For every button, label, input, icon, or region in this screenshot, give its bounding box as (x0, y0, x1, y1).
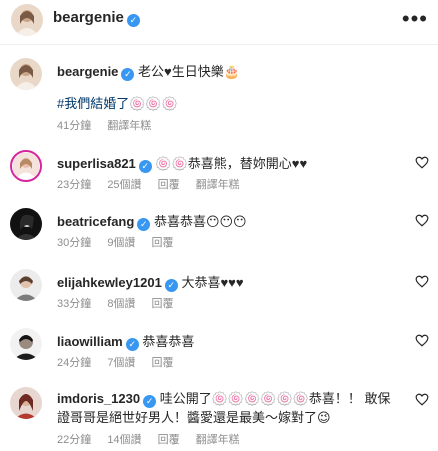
commenter-avatar[interactable] (10, 150, 42, 182)
comment-time: 33分鐘 (57, 298, 92, 310)
like-heart-icon[interactable] (415, 393, 429, 406)
comment-reply-button[interactable]: 回覆 (158, 179, 180, 191)
comment-username[interactable]: elijahkewley1201 (57, 275, 162, 290)
comment-time: 30分鐘 (57, 237, 92, 249)
caption-username[interactable]: beargenie (57, 64, 118, 79)
comment-username[interactable]: superlisa821 (57, 156, 136, 171)
comment-text: liaowilliam ✓ 恭喜恭喜 (57, 332, 397, 351)
post-header: beargenie ✓ ••• (0, 0, 438, 45)
commenter-avatar[interactable] (10, 328, 42, 360)
comment-likes[interactable]: 25個讚 (107, 179, 141, 191)
comment-meta: 30分鐘 9個讚 回覆 (57, 234, 187, 250)
comment-reply-button[interactable]: 回覆 (152, 237, 174, 249)
comment-meta: 22分鐘 14個讚 回覆 翻譯年糕 (57, 431, 253, 447)
header-username[interactable]: beargenie ✓ (53, 9, 140, 27)
comment-time: 22分鐘 (57, 434, 92, 446)
comment-text: beatricefang ✓ 恭喜恭喜😶😶😶 (57, 212, 397, 231)
caption-meta: 41分鐘 翻譯年糕 (57, 117, 164, 133)
verified-badge-icon: ✓ (126, 14, 140, 27)
comment-text: elijahkewley1201 ✓ 大恭喜♥♥♥ (57, 273, 397, 292)
like-heart-icon[interactable] (415, 334, 429, 347)
comment-likes[interactable]: 14個讚 (107, 434, 141, 446)
comment-time: 24分鐘 (57, 357, 92, 369)
verified-badge-icon: ✓ (137, 218, 151, 231)
comment-translate-link[interactable]: 翻譯年糕 (196, 434, 240, 446)
comment-reply-button[interactable]: 回覆 (152, 357, 174, 369)
commenter-avatar[interactable] (10, 269, 42, 301)
comment-text: superlisa821 ✓ 🍥🍥恭喜熊，替妳開心♥♥ (57, 154, 397, 173)
verified-badge-icon: ✓ (121, 68, 135, 81)
comment-time: 23分鐘 (57, 179, 92, 191)
comment-body: 大恭喜♥♥♥ (181, 275, 244, 290)
caption-avatar[interactable] (10, 58, 42, 90)
caption-translate-link[interactable]: 翻譯年糕 (107, 120, 151, 132)
comment-meta: 33分鐘 8個讚 回覆 (57, 295, 187, 311)
caption-time: 41分鐘 (57, 120, 92, 132)
comment-username[interactable]: imdoris_1230 (57, 391, 140, 406)
like-heart-icon[interactable] (415, 275, 429, 288)
verified-badge-icon: ✓ (138, 160, 152, 173)
commenter-avatar[interactable] (10, 387, 42, 419)
verified-badge-icon: ✓ (125, 338, 139, 351)
more-options-icon[interactable]: ••• (402, 6, 428, 32)
comment-text: imdoris_1230 ✓ 哇公開了🍥🍥🍥🍥🍥🍥恭喜！！ 敢保證哥哥是絕世好男人… (57, 389, 397, 427)
comment-likes[interactable]: 8個讚 (107, 298, 135, 310)
comment-likes[interactable]: 7個讚 (107, 357, 135, 369)
comment-meta: 24分鐘 7個讚 回覆 (57, 354, 187, 370)
profile-avatar[interactable] (11, 4, 43, 36)
comment-reply-button[interactable]: 回覆 (152, 298, 174, 310)
like-heart-icon[interactable] (415, 156, 429, 169)
commenter-avatar[interactable] (10, 208, 42, 240)
comment-body: 恭喜恭喜😶😶😶 (153, 214, 247, 229)
comment-meta: 23分鐘 25個讚 回覆 翻譯年糕 (57, 176, 253, 192)
comment-translate-link[interactable]: 翻譯年糕 (196, 179, 240, 191)
like-heart-icon[interactable] (415, 214, 429, 227)
comment-username[interactable]: beatricefang (57, 214, 134, 229)
verified-badge-icon: ✓ (164, 279, 178, 292)
verified-badge-icon: ✓ (143, 395, 157, 408)
comment-likes[interactable]: 9個讚 (107, 237, 135, 249)
caption-body: 老公♥生日快樂🎂 (138, 64, 240, 79)
caption-text: beargenie ✓ 老公♥生日快樂🎂 (57, 62, 397, 81)
comment-body: 🍥🍥恭喜熊，替妳開心♥♥ (155, 156, 308, 171)
caption-hashtag[interactable]: #我們結婚了🍥🍥🍥 (57, 94, 397, 113)
comment-username[interactable]: liaowilliam (57, 334, 123, 349)
comment-body: 恭喜恭喜 (142, 334, 195, 349)
comment-reply-button[interactable]: 回覆 (158, 434, 180, 446)
